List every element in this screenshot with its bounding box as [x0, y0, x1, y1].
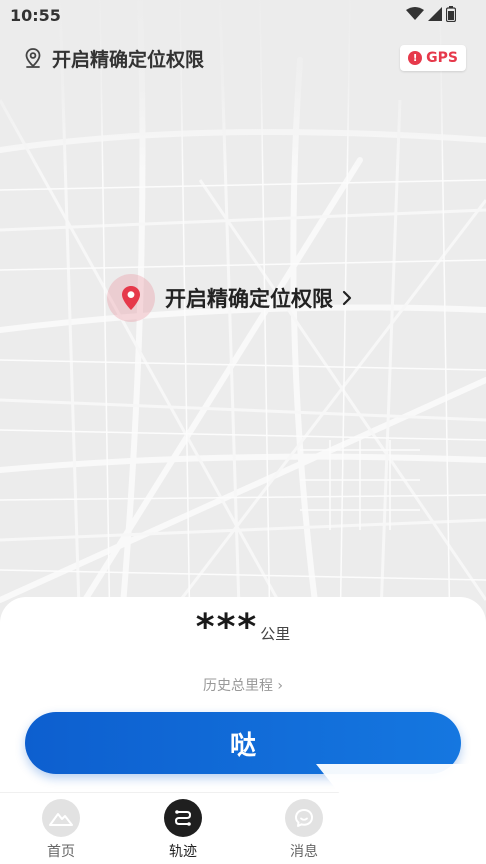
chat-icon	[295, 809, 313, 827]
gps-alert-icon: !	[408, 51, 423, 65]
tab-track-label: 轨迹	[169, 844, 197, 860]
location-permission-prompt[interactable]: 开启精确定位权限	[107, 274, 353, 322]
location-prompt-text: 开启精确定位权限	[165, 287, 333, 311]
gps-status-badge[interactable]: ! GPS	[400, 45, 466, 71]
tab-home-label: 首页	[47, 844, 75, 860]
tab-home-icon-wrap	[42, 799, 80, 837]
wifi-icon	[406, 7, 424, 20]
status-time: 10:55	[10, 6, 61, 25]
distance-display: *** 公里	[0, 607, 486, 648]
signal-icon	[428, 7, 442, 21]
distance-value: ***	[195, 607, 259, 648]
history-mileage-link[interactable]: 历史总里程 ›	[0, 675, 486, 695]
status-icons	[406, 6, 456, 22]
tab-track-icon-wrap	[164, 799, 202, 837]
location-pin-outline-icon	[25, 48, 41, 68]
location-pin-icon	[122, 286, 140, 310]
status-bar: 10:55	[0, 0, 486, 30]
tab-home[interactable]: 首页	[21, 799, 101, 861]
top-permission-title[interactable]: 开启精确定位权限	[52, 45, 400, 72]
app-screen: 10:55 开启精确定位权限 ! GPS 开启精确定位权限 *** 公里 历史总…	[0, 0, 486, 864]
distance-unit: 公里	[260, 625, 291, 643]
tab-track[interactable]: 轨迹	[143, 799, 223, 861]
mountain-icon	[49, 813, 73, 826]
top-bar: 开启精确定位权限 ! GPS	[22, 42, 466, 74]
route-icon	[174, 810, 192, 826]
chevron-right-icon	[342, 290, 352, 306]
battery-icon	[446, 6, 456, 22]
gps-badge-label: GPS	[426, 50, 458, 66]
location-marker	[107, 274, 155, 322]
watermark-overlay	[316, 764, 486, 864]
